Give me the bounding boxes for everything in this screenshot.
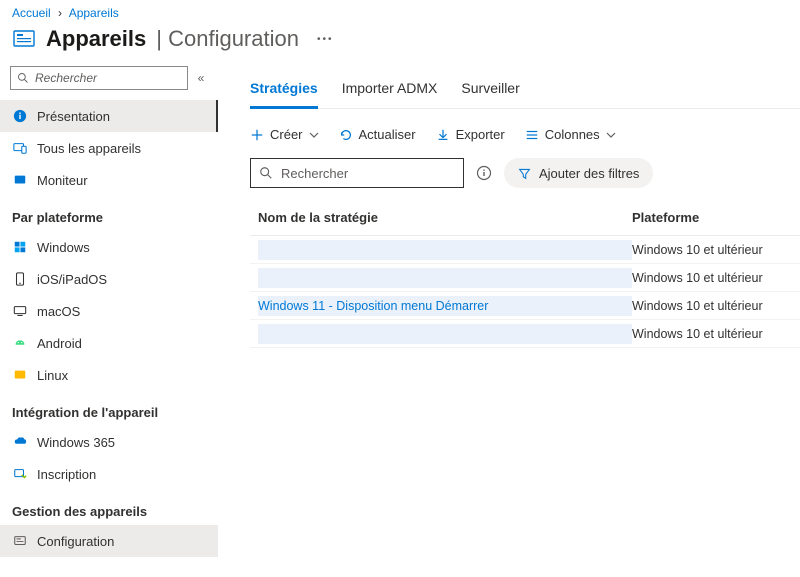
create-button[interactable]: Créer: [250, 127, 319, 142]
tab-strategies[interactable]: Stratégies: [250, 70, 318, 109]
platform-cell: Windows 10 et ultérieur: [632, 243, 792, 257]
page-title: Appareils: [46, 26, 146, 52]
macos-icon: [12, 303, 28, 319]
sidebar-item-label: Présentation: [37, 109, 110, 124]
page-title-row: Appareils | Configuration •••: [0, 22, 800, 66]
breadcrumb-home[interactable]: Accueil: [12, 6, 51, 20]
plus-icon: [250, 128, 264, 142]
devices-list-icon: [12, 140, 28, 156]
android-icon: [12, 335, 28, 351]
devices-icon: [12, 27, 36, 51]
breadcrumb-current[interactable]: Appareils: [69, 6, 119, 20]
toolbar: Créer Actualiser Exporter Colonnes: [250, 109, 800, 158]
sidebar-item-android[interactable]: Android: [0, 327, 218, 359]
col-header-name[interactable]: Nom de la stratégie: [258, 210, 632, 225]
sidebar-item-windows365[interactable]: Windows 365: [0, 426, 218, 458]
linux-icon: [12, 367, 28, 383]
policy-name-cell: [258, 324, 632, 344]
sidebar-item-label: Configuration: [37, 534, 114, 549]
create-label: Créer: [270, 127, 303, 142]
sidebar-item-label: Tous les appareils: [37, 141, 141, 156]
main-search-input[interactable]: Rechercher: [250, 158, 464, 188]
windows365-icon: [12, 434, 28, 450]
main-search-placeholder: Rechercher: [281, 166, 348, 181]
sidebar-item-configuration[interactable]: Configuration: [0, 525, 218, 557]
configuration-icon: [12, 533, 28, 549]
sidebar-section-integration: Intégration de l'appareil: [0, 391, 218, 426]
columns-button[interactable]: Colonnes: [525, 127, 616, 142]
table-row[interactable]: Windows 10 et ultérieur: [250, 264, 800, 292]
info-icon[interactable]: [476, 165, 492, 181]
sidebar-item-label: Linux: [37, 368, 68, 383]
page-subtitle: | Configuration: [156, 26, 299, 52]
windows-icon: [12, 239, 28, 255]
sidebar-item-label: Moniteur: [37, 173, 88, 188]
sidebar-item-enrollment[interactable]: Inscription: [0, 458, 218, 490]
add-filters-label: Ajouter des filtres: [539, 166, 639, 181]
platform-cell: Windows 10 et ultérieur: [632, 271, 792, 285]
sidebar-item-label: iOS/iPadOS: [37, 272, 107, 287]
export-icon: [436, 128, 450, 142]
export-button[interactable]: Exporter: [436, 127, 505, 142]
info-icon: [12, 108, 28, 124]
platform-cell: Windows 10 et ultérieur: [632, 327, 792, 341]
platform-cell: Windows 10 et ultérieur: [632, 299, 792, 313]
breadcrumb-separator: ›: [58, 6, 62, 20]
sidebar-item-label: Windows 365: [37, 435, 115, 450]
search-icon: [259, 166, 273, 180]
sidebar-item-all-devices[interactable]: Tous les appareils: [0, 132, 218, 164]
table-row[interactable]: Windows 11 - Disposition menu DémarrerWi…: [250, 292, 800, 320]
sidebar-item-label: Android: [37, 336, 82, 351]
tabs: Stratégies Importer ADMX Surveiller: [250, 66, 800, 109]
policy-name-cell[interactable]: Windows 11 - Disposition menu Démarrer: [258, 296, 632, 316]
columns-icon: [525, 128, 539, 142]
columns-label: Colonnes: [545, 127, 600, 142]
main-content: Stratégies Importer ADMX Surveiller Crée…: [218, 66, 800, 577]
sidebar-section-platform: Par plateforme: [0, 196, 218, 231]
sidebar-item-label: macOS: [37, 304, 80, 319]
tab-monitor[interactable]: Surveiller: [461, 70, 519, 108]
table-row[interactable]: Windows 10 et ultérieur: [250, 236, 800, 264]
col-header-platform[interactable]: Plateforme: [632, 210, 792, 225]
sidebar-item-monitor[interactable]: Moniteur: [0, 164, 218, 196]
sidebar: Rechercher « Présentation Tous les appar…: [0, 66, 218, 577]
sidebar-item-ios[interactable]: iOS/iPadOS: [0, 263, 218, 295]
search-icon: [17, 72, 29, 84]
tab-import-admx[interactable]: Importer ADMX: [342, 70, 438, 108]
monitor-icon: [12, 172, 28, 188]
sidebar-item-macos[interactable]: macOS: [0, 295, 218, 327]
chevron-down-icon: [309, 130, 319, 140]
filter-icon: [518, 167, 531, 180]
sidebar-search-input[interactable]: Rechercher: [10, 66, 188, 90]
sidebar-item-label: Windows: [37, 240, 90, 255]
table-row[interactable]: Windows 10 et ultérieur: [250, 320, 800, 348]
ios-icon: [12, 271, 28, 287]
enrollment-icon: [12, 466, 28, 482]
policy-name-cell: [258, 268, 632, 288]
sidebar-item-label: Inscription: [37, 467, 96, 482]
grid-header: Nom de la stratégie Plateforme: [250, 210, 800, 236]
sidebar-item-windows[interactable]: Windows: [0, 231, 218, 263]
sidebar-item-overview[interactable]: Présentation: [0, 100, 218, 132]
policy-name-cell: [258, 240, 632, 260]
collapse-sidebar-button[interactable]: «: [194, 71, 208, 85]
export-label: Exporter: [456, 127, 505, 142]
more-actions-button[interactable]: •••: [317, 34, 334, 45]
refresh-icon: [339, 128, 353, 142]
add-filters-button[interactable]: Ajouter des filtres: [504, 158, 653, 188]
breadcrumb: Accueil › Appareils: [0, 0, 800, 22]
policies-grid: Nom de la stratégie Plateforme Windows 1…: [250, 210, 800, 348]
sidebar-search-placeholder: Rechercher: [35, 71, 97, 85]
chevron-down-icon: [606, 130, 616, 140]
sidebar-section-management: Gestion des appareils: [0, 490, 218, 525]
refresh-label: Actualiser: [359, 127, 416, 142]
sidebar-item-linux[interactable]: Linux: [0, 359, 218, 391]
refresh-button[interactable]: Actualiser: [339, 127, 416, 142]
